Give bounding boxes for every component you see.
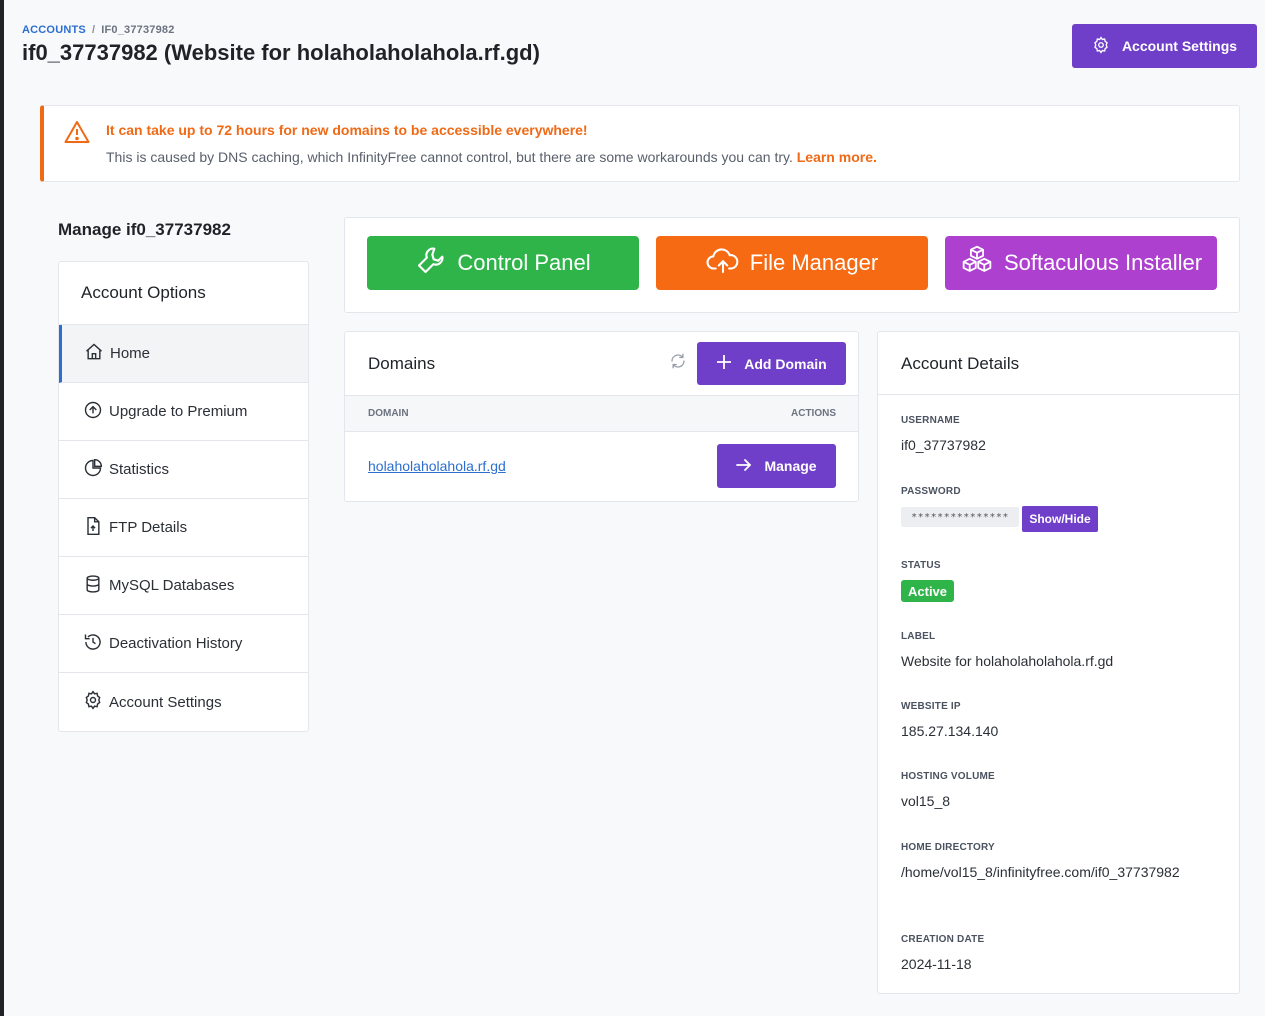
sidebar-item-label: Upgrade to Premium	[109, 403, 248, 420]
sidebar-item-label: Home	[110, 345, 151, 362]
gear-icon	[83, 690, 103, 714]
sidebar-item-label: Account Settings	[109, 693, 222, 711]
cloud-upload-icon	[706, 245, 740, 281]
gear-icon	[1092, 35, 1110, 57]
softaculous-installer-button[interactable]: Softaculous Installer	[945, 236, 1217, 290]
show-hide-password-button[interactable]: Show/Hide	[1022, 506, 1098, 532]
refresh-domains-button[interactable]	[663, 346, 693, 380]
password-label: PASSWORD	[901, 486, 961, 497]
cubes-icon	[960, 244, 994, 282]
account-settings-label: Account Settings	[1121, 38, 1238, 54]
breadcrumb-current: IF0_37737982	[101, 24, 175, 36]
home-directory-label: HOME DIRECTORY	[901, 842, 995, 853]
softaculous-installer-label: Softaculous Installer	[1003, 250, 1203, 275]
domain-link[interactable]: holaholaholahola.rf.gd	[368, 458, 506, 474]
arrow-up-circle-icon	[83, 400, 103, 424]
sidebar-item-label: Deactivation History	[109, 635, 243, 652]
hosting-volume-label: HOSTING VOLUME	[901, 771, 995, 782]
status-label: STATUS	[901, 560, 941, 571]
breadcrumb-separator: /	[91, 24, 96, 36]
add-domain-button[interactable]: Add Domain	[697, 342, 846, 385]
column-header-domain: DOMAIN	[368, 408, 409, 419]
plus-icon	[716, 354, 732, 373]
refresh-icon	[669, 352, 687, 375]
hosting-volume-value: vol15_8	[901, 793, 951, 809]
divider	[878, 394, 1239, 395]
status-badge: Active	[901, 580, 955, 602]
username-label: USERNAME	[901, 415, 960, 426]
website-ip-value: 185.27.134.140	[901, 723, 999, 739]
manage-label: Manage	[764, 458, 817, 474]
arrow-right-icon	[736, 458, 752, 475]
website-ip-label: WEBSITE IP	[901, 701, 961, 712]
window-edge	[0, 0, 4, 1016]
sidebar-item-upgrade-premium[interactable]: Upgrade to Premium	[59, 383, 308, 441]
alert-text: This is caused by DNS caching, which Inf…	[106, 149, 877, 165]
domains-title: Domains	[368, 354, 436, 373]
file-manager-label: File Manager	[749, 250, 879, 275]
page-title: if0_37737982 (Website for holaholaholaho…	[22, 40, 540, 65]
manage-domain-button[interactable]: Manage	[717, 444, 836, 488]
column-header-actions: ACTIONS	[791, 408, 836, 419]
account-settings-button[interactable]: Account Settings	[1072, 24, 1257, 68]
password-value: ***************	[901, 507, 1019, 527]
dns-warning-alert: It can take up to 72 hours for new domai…	[40, 105, 1240, 182]
username-value: if0_37737982	[901, 437, 986, 453]
control-panel-button[interactable]: Control Panel	[367, 236, 639, 290]
domains-card: Domains Add Domain DOMAIN ACTIONS holaho…	[344, 331, 859, 502]
quick-actions-card: Control Panel File Manager Softaculous I…	[344, 217, 1240, 313]
pie-chart-icon	[83, 458, 103, 482]
alert-body: This is caused by DNS caching, which Inf…	[106, 149, 793, 165]
wrench-icon	[415, 244, 447, 282]
account-details-title: Account Details	[901, 354, 1020, 373]
account-details-card: Account Details USERNAME if0_37737982 PA…	[877, 331, 1240, 994]
sidebar-title: Account Options	[59, 262, 308, 325]
home-directory-value: /home/vol15_8/infinityfree.com/if0_37737…	[901, 864, 1180, 880]
database-icon	[83, 574, 103, 598]
file-manager-button[interactable]: File Manager	[656, 236, 928, 290]
domains-table-header: DOMAIN ACTIONS	[345, 395, 858, 432]
add-domain-label: Add Domain	[744, 355, 827, 372]
sidebar-item-account-settings[interactable]: Account Settings	[59, 673, 308, 731]
history-icon	[83, 632, 103, 656]
warning-triangle-icon	[64, 120, 90, 149]
alert-title: It can take up to 72 hours for new domai…	[106, 122, 588, 138]
manage-heading: Manage if0_37737982	[58, 220, 231, 239]
account-options-sidebar: Account Options Home Upgrade to Premium …	[58, 261, 309, 732]
control-panel-label: Control Panel	[457, 250, 591, 275]
sidebar-item-home[interactable]: Home	[59, 325, 308, 383]
learn-more-link[interactable]: Learn more.	[797, 149, 877, 165]
home-icon	[84, 342, 104, 366]
sidebar-item-statistics[interactable]: Statistics	[59, 441, 308, 499]
file-upload-icon	[83, 516, 103, 540]
label-value: Website for holaholaholahola.rf.gd	[901, 653, 1114, 669]
breadcrumb: ACCOUNTS / IF0_37737982	[22, 24, 175, 36]
label-label: LABEL	[901, 631, 936, 642]
creation-date-value: 2024-11-18	[901, 956, 972, 972]
sidebar-item-label: FTP Details	[109, 519, 188, 536]
sidebar-item-mysql-databases[interactable]: MySQL Databases	[59, 557, 308, 615]
sidebar-item-deactivation-history[interactable]: Deactivation History	[59, 615, 308, 673]
sidebar-item-label: MySQL Databases	[109, 577, 235, 594]
sidebar-item-ftp-details[interactable]: FTP Details	[59, 499, 308, 557]
creation-date-label: CREATION DATE	[901, 934, 985, 945]
breadcrumb-accounts-link[interactable]: ACCOUNTS	[22, 24, 86, 36]
sidebar-item-label: Statistics	[109, 461, 170, 478]
